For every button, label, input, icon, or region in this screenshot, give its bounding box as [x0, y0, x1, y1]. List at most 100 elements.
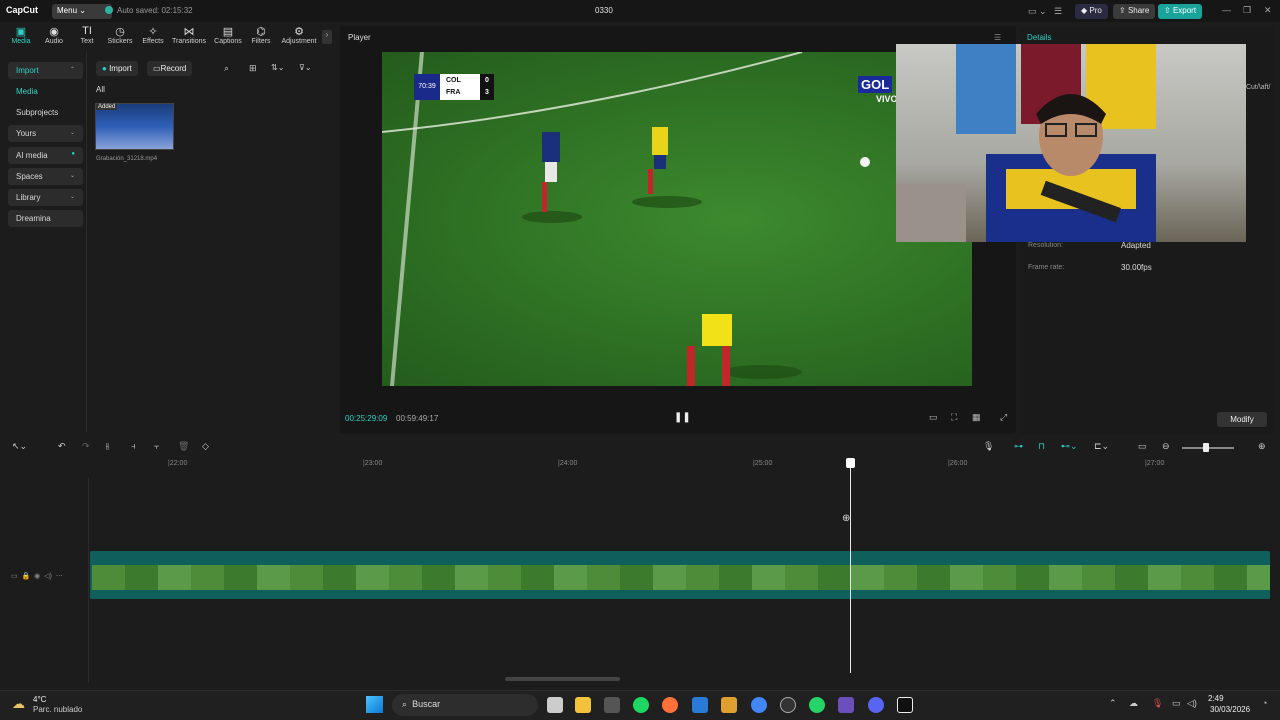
shortcuts-icon[interactable]: ☰ — [1054, 6, 1062, 17]
captions-track-icon[interactable]: ▭ — [1138, 441, 1147, 452]
ratio-icon[interactable]: ▭ — [929, 412, 938, 423]
pause-icon[interactable]: ❚❚ — [674, 412, 691, 423]
quality-icon[interactable]: ▦ — [972, 412, 981, 423]
playhead[interactable] — [850, 459, 851, 673]
record-button[interactable]: ▭Record — [147, 61, 193, 76]
pro-button[interactable]: ◆ Pro — [1075, 4, 1108, 19]
menu-button[interactable]: Menu ⌄ — [52, 4, 112, 19]
sidebar-item-subprojects[interactable]: Subprojects — [8, 104, 83, 121]
windows-start-icon[interactable] — [366, 696, 383, 713]
sidebar-item-ai-media[interactable]: AI media ● — [8, 147, 83, 164]
zoom-out-icon[interactable]: ⊖ — [1162, 441, 1170, 452]
marker-icon[interactable]: ◇ — [202, 441, 209, 452]
cover-icon[interactable]: ▭ — [11, 573, 18, 580]
tab-stickers[interactable]: ◷ Stickers — [103, 25, 137, 45]
tray-cloud-icon[interactable]: ☁ — [1129, 698, 1138, 709]
tab-filters[interactable]: ⌬ Filters — [244, 25, 278, 45]
broadcast-overlay: GOL — [858, 76, 893, 93]
sidebar-item-spaces[interactable]: Spaces ⌄ — [8, 168, 83, 185]
maximize-icon[interactable]: ❐ — [1243, 5, 1251, 16]
link-icon[interactable]: ⊶ — [1014, 441, 1023, 452]
zoom-slider-handle[interactable] — [1203, 443, 1209, 452]
sidebar-item-import[interactable]: Import ⌃ — [8, 62, 83, 79]
weather-icon[interactable]: ☁ — [12, 696, 25, 712]
firefox-icon[interactable] — [662, 697, 678, 713]
outlook-icon[interactable] — [692, 697, 708, 713]
filter-funnel-icon[interactable]: ⊽⌄ — [299, 63, 312, 72]
taskbar-search[interactable]: ⌕ Buscar — [392, 694, 538, 716]
mute-icon[interactable]: ◁) — [44, 573, 52, 580]
webcam-scene — [896, 44, 1156, 242]
close-icon[interactable]: ✕ — [1264, 5, 1272, 16]
tab-captions[interactable]: ▤ Captions — [211, 25, 245, 45]
layout-icon[interactable]: ▭ ⌄ — [1028, 6, 1047, 17]
file-explorer-icon[interactable] — [575, 697, 591, 713]
timeline-scrollbar[interactable] — [505, 677, 620, 681]
tab-transitions[interactable]: ⋈ Transitions — [172, 25, 206, 45]
import-button[interactable]: ● Import — [96, 61, 138, 76]
delete-icon[interactable]: 🗑 — [178, 441, 189, 452]
magnet-icon[interactable]: ⊓ — [1038, 441, 1045, 452]
zoom-in-icon[interactable]: ⊕ — [1258, 441, 1266, 452]
grid-view-icon[interactable]: ⊞ — [249, 63, 257, 74]
export-button[interactable]: ⇧ Export — [1158, 4, 1203, 19]
sidebar-item-library[interactable]: Library ⌄ — [8, 189, 83, 206]
fullscreen-icon[interactable]: ⤢ — [1000, 412, 1007, 423]
capcut-taskbar-icon[interactable] — [897, 697, 913, 713]
player-menu-icon[interactable]: ☰ — [994, 33, 1001, 42]
redo-icon[interactable]: ↷ — [82, 441, 90, 452]
snap-icon[interactable]: ⊷⌄ — [1061, 441, 1078, 452]
split-icon[interactable]: ⫲ — [106, 441, 109, 452]
app-icon-2[interactable] — [780, 697, 796, 713]
lock-icon[interactable]: 🔒 — [22, 573, 31, 580]
discord-icon[interactable] — [868, 697, 884, 713]
timeline-ruler[interactable]: |22:00 |23:00 |24:00 |25:00 |26:00 |27:0… — [88, 457, 1280, 471]
media-clip-thumbnail[interactable]: Added — [95, 103, 174, 150]
filter-all[interactable]: All — [96, 85, 105, 94]
video-clip[interactable] — [92, 565, 1270, 590]
sidebar-item-dreamina[interactable]: Dreamina — [8, 210, 83, 227]
chrome-icon[interactable] — [751, 697, 767, 713]
task-view-icon[interactable] — [547, 697, 563, 713]
undo-icon[interactable]: ↶ — [58, 441, 66, 452]
split-left-icon[interactable]: ⫞ — [131, 441, 136, 452]
minimize-icon[interactable]: — — [1222, 5, 1231, 15]
notifications-icon[interactable]: ◔ — [1262, 698, 1267, 708]
volume-icon[interactable]: ◁) — [1187, 698, 1197, 709]
game-icon[interactable] — [838, 697, 854, 713]
more-icon[interactable]: ⋯ — [56, 573, 63, 580]
tray-mic-icon[interactable]: 🎙 — [1152, 698, 1163, 709]
sidebar-item-media[interactable]: Media — [8, 83, 83, 100]
select-tool-icon[interactable]: ↖⌄ — [12, 441, 27, 452]
whatsapp-icon[interactable] — [809, 697, 825, 713]
sidebar-item-yours[interactable]: Yours ⌄ — [8, 125, 83, 142]
new-dot-icon: ● — [71, 151, 75, 157]
visibility-icon[interactable]: ◉ — [34, 573, 40, 580]
media-sidebar: Import ⌃ Media Subprojects Yours ⌄ AI medi… — [8, 58, 83, 438]
tab-effects[interactable]: ✧ Effects — [136, 25, 170, 45]
modify-button[interactable]: Modify — [1217, 412, 1267, 427]
chevron-right-icon[interactable]: › — [322, 30, 332, 44]
network-icon[interactable]: ▭ — [1172, 698, 1181, 709]
tab-details[interactable]: Details — [1027, 33, 1051, 42]
tray-expand-icon[interactable]: ⌃ — [1109, 698, 1117, 709]
search-icon[interactable]: ⌕ — [224, 63, 229, 74]
app-icon[interactable] — [721, 697, 737, 713]
video-preview[interactable]: GOL VIVO — [382, 52, 972, 386]
preview-axis-icon[interactable]: ⊏⌄ — [1094, 441, 1109, 452]
tab-adjustment[interactable]: ⚙ Adjustment — [280, 25, 318, 45]
store-icon[interactable] — [604, 697, 620, 713]
share-button[interactable]: ⇪ Share — [1113, 4, 1156, 19]
ruler-tick: |26:00 — [948, 460, 968, 467]
tab-media[interactable]: ▣ Media — [4, 25, 38, 45]
playhead-handle[interactable] — [846, 458, 855, 468]
tab-text[interactable]: TI Text — [70, 25, 104, 45]
spotify-icon[interactable] — [633, 697, 649, 713]
sort-icon[interactable]: ⇅⌄ — [271, 63, 284, 72]
crop-icon[interactable]: ⛶ — [951, 412, 957, 423]
path-text: \Cut/\aft/ — [1244, 84, 1271, 91]
tab-audio[interactable]: ◉ Audio — [37, 25, 71, 45]
microphone-icon[interactable]: 🎙 — [983, 441, 994, 452]
score1: 0 — [485, 77, 489, 84]
split-right-icon[interactable]: ⫟ — [154, 441, 159, 452]
